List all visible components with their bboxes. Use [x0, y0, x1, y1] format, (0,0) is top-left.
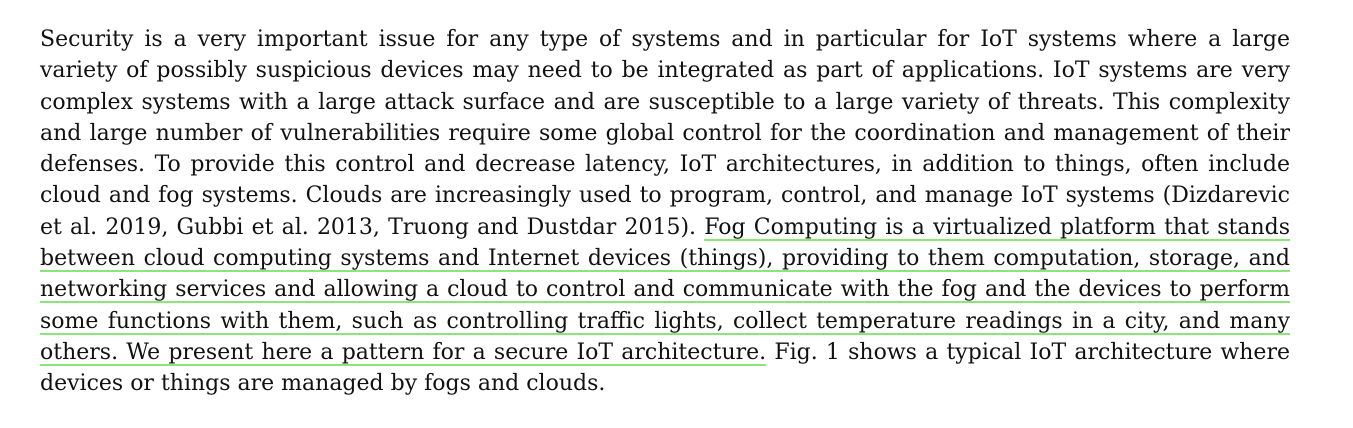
body-paragraph: Security is a very important issue for a… — [40, 24, 1290, 400]
paragraph-text-before-highlight: Security is a very important issue for a… — [40, 27, 1290, 240]
